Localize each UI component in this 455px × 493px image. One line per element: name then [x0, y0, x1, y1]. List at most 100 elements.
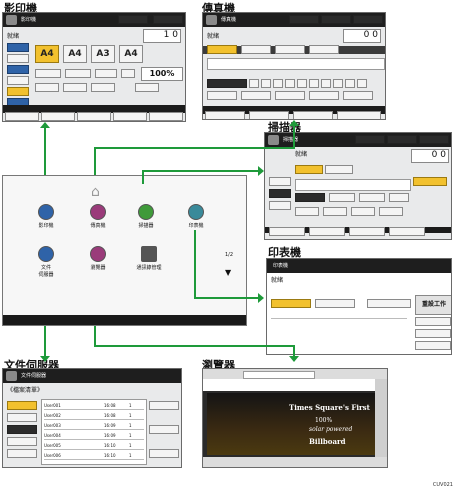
app-scanner[interactable]: 掃描器: [131, 204, 161, 229]
copier-combine-button[interactable]: [65, 69, 91, 78]
scanner-index-1[interactable]: [329, 193, 355, 202]
copier-duplex-button[interactable]: [35, 69, 61, 78]
printer-tab-1[interactable]: [271, 299, 311, 308]
scanner-menu-button[interactable]: [387, 135, 417, 144]
fax-index-7[interactable]: [321, 79, 331, 88]
copier-paper-select[interactable]: [135, 83, 159, 92]
copier-paper-tray2[interactable]: A3: [91, 45, 115, 63]
app-copier[interactable]: 影印機: [31, 204, 61, 229]
list-item[interactable]: User006 16:10 1: [44, 452, 144, 460]
scanner-bottom-4[interactable]: [389, 227, 425, 236]
copier-tab-1[interactable]: [5, 112, 39, 121]
copier-paper-tray1[interactable]: A4: [63, 45, 87, 63]
browser-scrollbar[interactable]: [375, 379, 387, 457]
fax-bottom-2[interactable]: [249, 111, 289, 119]
printer-side-2[interactable]: [415, 329, 451, 338]
app-addressbook[interactable]: 通訊錄管理: [131, 246, 167, 271]
fax-dest-2[interactable]: [241, 91, 271, 100]
scanner-dest-3[interactable]: [351, 207, 375, 216]
fax-destination-field[interactable]: [207, 58, 385, 70]
copier-tab-5[interactable]: [149, 112, 183, 121]
docserver-right-2[interactable]: [149, 425, 179, 434]
copier-stack-option[interactable]: [63, 83, 87, 92]
docserver-side-3[interactable]: [7, 425, 37, 434]
scanner-bottom-1[interactable]: [269, 227, 305, 236]
copier-tab-4[interactable]: [113, 112, 147, 121]
fax-dest-4[interactable]: [309, 91, 339, 100]
fax-index-10[interactable]: [357, 79, 367, 88]
docserver-right-3[interactable]: [149, 449, 179, 458]
docserver-side-2[interactable]: [7, 413, 37, 422]
docserver-side-1[interactable]: [7, 401, 37, 410]
app-docserver[interactable]: 文件 伺服器: [31, 246, 61, 278]
copier-auto-button[interactable]: [7, 43, 29, 52]
fax-index-5[interactable]: [297, 79, 307, 88]
fax-dest-3[interactable]: [275, 91, 305, 100]
scanner-tab-1[interactable]: [295, 165, 323, 174]
copier-sort-button[interactable]: [7, 76, 29, 85]
copier-info-button[interactable]: [153, 15, 183, 24]
page-down-icon[interactable]: ▼: [225, 268, 231, 277]
docserver-side-5[interactable]: [7, 449, 37, 458]
reset-job-button[interactable]: 重設工作: [415, 295, 451, 315]
copier-enlarge-button[interactable]: [121, 69, 135, 78]
scanner-bottom-3[interactable]: [349, 227, 385, 236]
fax-index-1[interactable]: [249, 79, 259, 88]
scanner-dest-1[interactable]: [295, 207, 319, 216]
fax-bottom-1[interactable]: [205, 111, 245, 119]
fax-status-button[interactable]: [289, 15, 319, 24]
scanner-dest-4[interactable]: [379, 207, 403, 216]
copier-paper-auto[interactable]: A4: [35, 45, 59, 63]
fax-info-button[interactable]: [353, 15, 383, 24]
fax-bottom-3[interactable]: [293, 111, 333, 119]
copier-status-button[interactable]: [118, 15, 148, 24]
printer-tab-2[interactable]: [315, 299, 355, 308]
scanner-dest-field[interactable]: [295, 179, 411, 191]
fax-index-3[interactable]: [273, 79, 283, 88]
copier-tab-3[interactable]: [77, 112, 111, 121]
scanner-status-button[interactable]: [355, 135, 385, 144]
fax-tab-3[interactable]: [275, 45, 305, 54]
printer-list-button[interactable]: [367, 299, 411, 308]
fax-menu-button[interactable]: [321, 15, 351, 24]
copier-sort-option[interactable]: [35, 83, 59, 92]
copier-staple-option[interactable]: [91, 83, 115, 92]
fax-bottom-4[interactable]: [337, 111, 381, 119]
list-item[interactable]: User003 16:09 1: [44, 422, 144, 430]
copier-reduce-button[interactable]: [95, 69, 117, 78]
fax-tab-1[interactable]: [207, 45, 237, 54]
scanner-tab-2[interactable]: [325, 165, 353, 174]
browser-address-bar[interactable]: [243, 371, 315, 379]
scanner-side-3[interactable]: [269, 201, 291, 210]
docserver-right-1[interactable]: [149, 401, 179, 410]
scanner-side-1[interactable]: [269, 177, 291, 186]
fax-index-4[interactable]: [285, 79, 295, 88]
copier-density-button[interactable]: [7, 54, 29, 63]
fax-index-9[interactable]: [345, 79, 355, 88]
scanner-info-button[interactable]: [419, 135, 449, 144]
printer-side-3[interactable]: [415, 341, 451, 350]
fax-dest-5[interactable]: [343, 91, 373, 100]
copier-tab-2[interactable]: [41, 112, 75, 121]
scanner-dest-2[interactable]: [323, 207, 347, 216]
scanner-index-2[interactable]: [359, 193, 385, 202]
fax-frequent-button[interactable]: [207, 79, 247, 88]
list-item[interactable]: User002 16:08 1: [44, 412, 144, 420]
fax-tab-4[interactable]: [309, 45, 339, 54]
scanner-side-2[interactable]: [269, 189, 291, 198]
app-printer[interactable]: 印表機: [181, 204, 211, 229]
copier-paper-tray3[interactable]: A4: [119, 45, 143, 63]
copier-special-button[interactable]: [7, 87, 29, 96]
copier-original-button[interactable]: [7, 65, 29, 74]
scanner-index-3[interactable]: [389, 193, 409, 202]
fax-index-2[interactable]: [261, 79, 271, 88]
home-icon[interactable]: ⌂: [91, 184, 100, 200]
fax-dest-1[interactable]: [207, 91, 237, 100]
scanner-bottom-2[interactable]: [309, 227, 345, 236]
fax-index-8[interactable]: [333, 79, 343, 88]
docserver-side-4[interactable]: [7, 437, 37, 446]
printer-side-1[interactable]: [415, 317, 451, 326]
list-item[interactable]: User004 16:09 1: [44, 432, 144, 440]
list-item[interactable]: User001 16:08 1: [44, 402, 144, 410]
list-item[interactable]: User005 16:10 1: [44, 442, 144, 450]
